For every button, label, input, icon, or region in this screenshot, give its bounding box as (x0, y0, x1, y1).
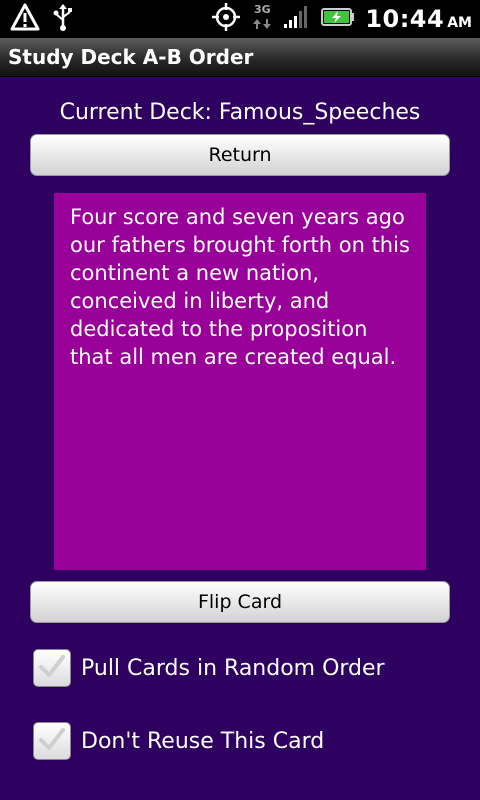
gps-icon (211, 2, 241, 36)
clock-time: 10:44 (365, 5, 445, 33)
random-order-label: Pull Cards in Random Order (81, 655, 385, 681)
flip-card-button[interactable]: Flip Card (30, 581, 450, 623)
battery-charging-icon (321, 7, 355, 31)
status-bar-right: 3G 10:44 AM (211, 0, 472, 38)
usb-icon (52, 2, 74, 36)
no-reuse-label: Don't Reuse This Card (81, 728, 325, 754)
title-bar: Study Deck A-B Order (0, 38, 480, 77)
no-reuse-checkbox[interactable] (33, 722, 71, 760)
random-order-checkbox[interactable] (33, 649, 71, 687)
page-title: Study Deck A-B Order (8, 45, 254, 69)
status-bar: 3G 10:44 AM (0, 0, 480, 38)
no-reuse-option[interactable]: Don't Reuse This Card (33, 721, 324, 761)
random-order-option[interactable]: Pull Cards in Random Order (33, 648, 385, 688)
clock-ampm: AM (447, 15, 472, 31)
flash-card: Four score and seven years ago our fathe… (54, 193, 426, 570)
warning-icon (10, 3, 40, 35)
status-bar-left (10, 2, 74, 36)
return-button[interactable]: Return (30, 134, 450, 176)
network-3g-icon: 3G (251, 4, 273, 34)
card-text: Four score and seven years ago our fathe… (70, 205, 410, 369)
current-deck-label: Current Deck: Famous_Speeches (59, 100, 421, 125)
checkmark-icon (38, 726, 66, 756)
signal-icon (283, 5, 311, 33)
clock: 10:44 AM (365, 5, 472, 33)
checkmark-icon (38, 653, 66, 683)
